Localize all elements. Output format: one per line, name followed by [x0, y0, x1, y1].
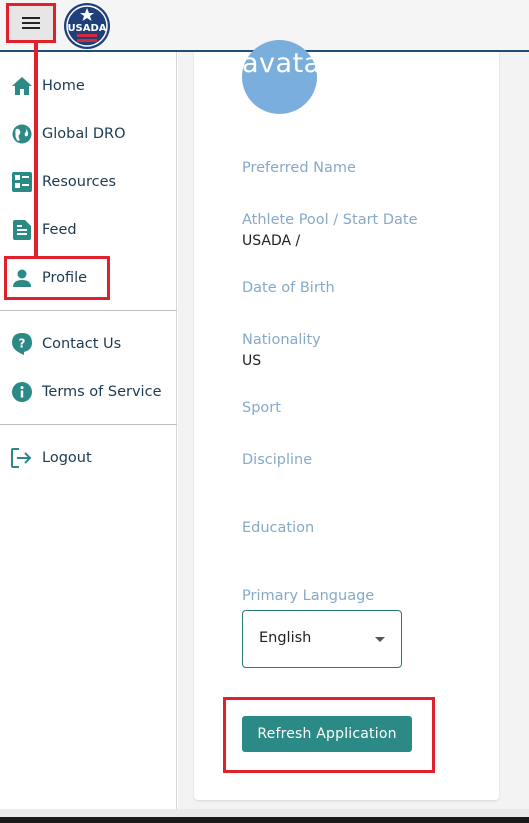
education-label: Education	[242, 520, 315, 536]
primary-language-select[interactable]: English	[242, 610, 402, 668]
chevron-down-icon	[375, 637, 385, 642]
info-icon	[11, 381, 33, 403]
sidebar-item-label: Contact Us	[42, 336, 122, 352]
sidebar-item-label: Resources	[42, 174, 117, 190]
primary-language-label: Primary Language	[242, 588, 375, 604]
logout-icon	[11, 447, 33, 469]
sidebar-item-contact-us[interactable]: ? Contact Us	[0, 324, 177, 364]
sidebar-divider	[0, 424, 177, 425]
help-question-icon: ?	[11, 333, 33, 355]
resources-icon	[11, 171, 33, 193]
sport-label: Sport	[242, 400, 281, 416]
primary-language-selected-value: English	[259, 630, 312, 646]
preferred-name-label: Preferred Name	[242, 160, 356, 176]
sidebar-item-label: Global DRO	[42, 126, 126, 142]
globe-icon	[11, 123, 33, 145]
feed-document-icon	[11, 219, 33, 241]
avatar-alt-text: avata	[242, 48, 317, 79]
nationality-label: Nationality	[242, 332, 321, 348]
sidebar-divider	[0, 310, 177, 311]
annotation-connector-line	[34, 40, 38, 258]
sidebar-nav: Home Global DRO Resources Feed Profile ?…	[0, 52, 177, 809]
bottom-scroll-bar	[0, 809, 529, 823]
avatar: avata	[242, 40, 317, 114]
sidebar-item-home[interactable]: Home	[0, 66, 177, 106]
sidebar-item-label: Home	[42, 78, 85, 94]
usada-logo[interactable]: USADA	[62, 2, 112, 50]
sidebar-item-feed[interactable]: Feed	[0, 210, 177, 250]
svg-text:?: ?	[19, 337, 26, 351]
nationality-value: US	[242, 353, 262, 369]
refresh-application-button[interactable]: Refresh Application	[242, 716, 412, 752]
logo-text: USADA	[67, 23, 106, 34]
home-icon	[11, 75, 33, 97]
hamburger-menu-icon	[22, 17, 40, 29]
sidebar-item-terms-of-service[interactable]: Terms of Service	[0, 372, 177, 412]
athlete-pool-label: Athlete Pool / Start Date	[242, 212, 418, 228]
sidebar-item-label: Feed	[42, 222, 77, 238]
discipline-label: Discipline	[242, 452, 313, 468]
date-of-birth-label: Date of Birth	[242, 280, 335, 296]
sidebar-item-global-dro[interactable]: Global DRO	[0, 114, 177, 154]
sidebar-item-label: Terms of Service	[42, 384, 162, 400]
sidebar-item-resources[interactable]: Resources	[0, 162, 177, 202]
hamburger-menu-button[interactable]	[6, 3, 56, 43]
sidebar-item-label: Logout	[42, 450, 92, 466]
annotation-highlight-profile	[4, 256, 110, 300]
sidebar-item-logout[interactable]: Logout	[0, 438, 177, 478]
athlete-pool-value: USADA /	[242, 233, 301, 249]
